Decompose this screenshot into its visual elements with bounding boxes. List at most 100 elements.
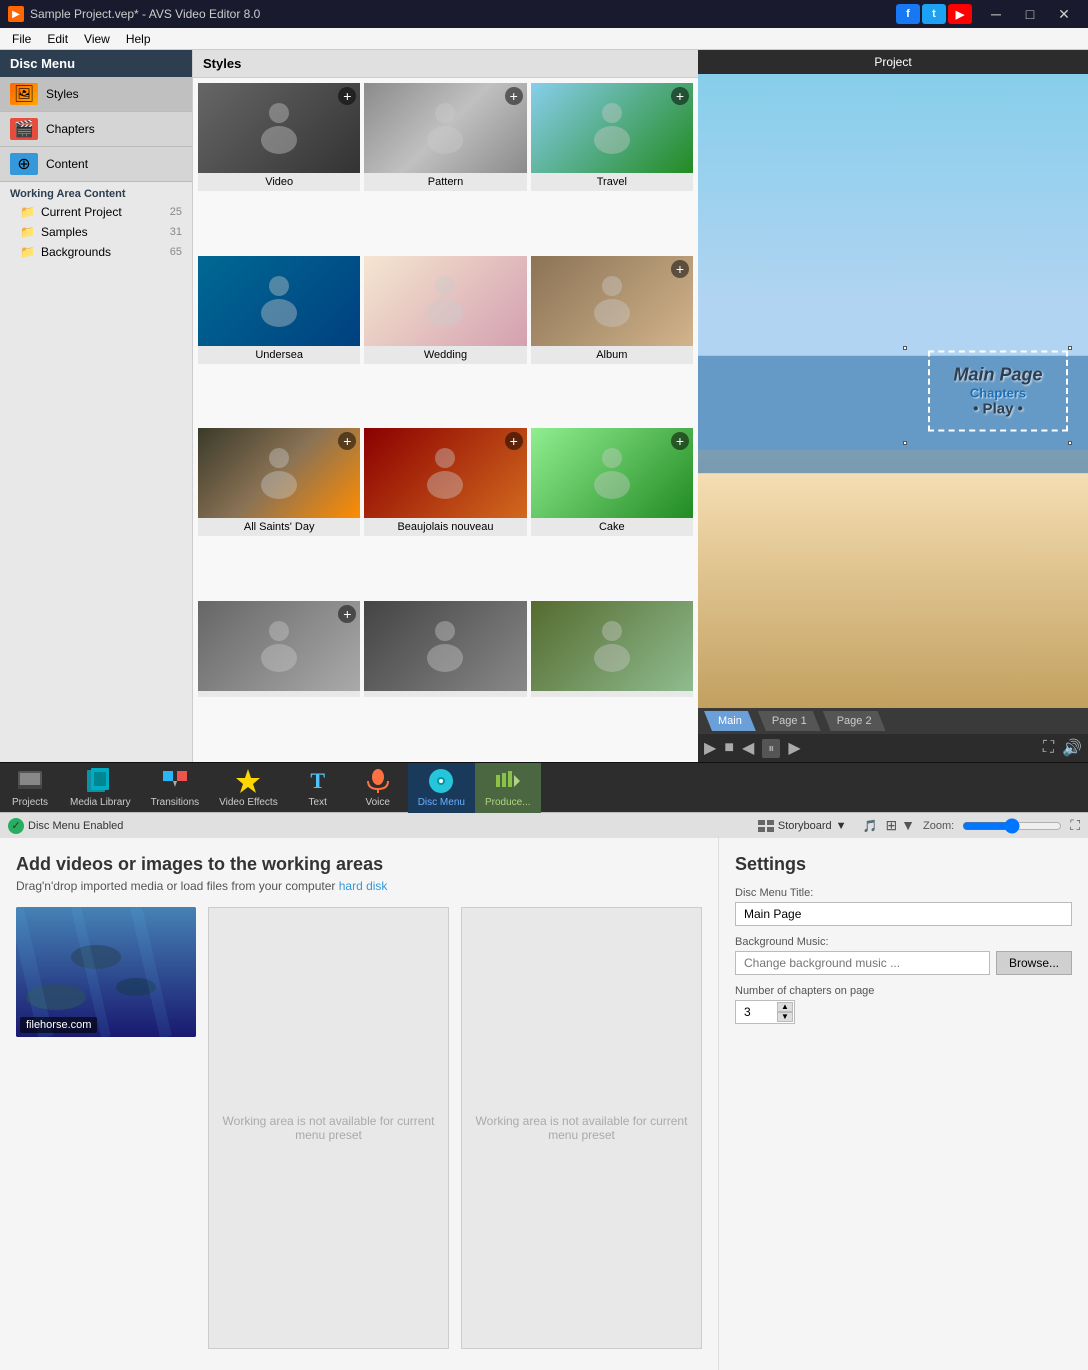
sidebar-item-samples[interactable]: 📁 Samples 31 [0, 222, 192, 242]
voice-label: Voice [365, 797, 389, 808]
placeholder-text-1: Working area is not available for curren… [219, 1114, 438, 1142]
spin-down-button[interactable]: ▼ [777, 1012, 793, 1022]
menu-file[interactable]: File [4, 30, 39, 48]
styles-grid: + Video + Pattern + [193, 78, 698, 762]
projects-icon [16, 767, 44, 795]
fullscreen-button[interactable]: ⛶ [1043, 739, 1054, 757]
style-item-pattern[interactable]: + Pattern [363, 82, 527, 253]
title-bar-left: ▶ Sample Project.vep* - AVS Video Editor… [8, 6, 260, 22]
toolbar-btn-produce[interactable]: Produce... [475, 763, 541, 813]
sidebar-item-backgrounds[interactable]: 📁 Backgrounds 65 [0, 242, 192, 262]
chapters-label: Number of chapters on page [735, 985, 1072, 997]
style-item-more2[interactable] [363, 600, 527, 759]
storyboard-label: Storyboard [778, 820, 832, 832]
style-label-video: Video [198, 173, 360, 191]
toolbar-btn-projects[interactable]: Projects [0, 763, 60, 813]
tab-page1[interactable]: Page 1 [758, 711, 821, 731]
pause-button[interactable]: ⏸ [762, 739, 780, 758]
zoom-slider[interactable] [962, 818, 1062, 834]
style-thumb-wedding [364, 256, 526, 346]
background-music-input[interactable] [735, 951, 990, 975]
maximize-button[interactable]: □ [1014, 0, 1046, 28]
style-thumb-pattern: + [364, 83, 526, 173]
next-button[interactable]: ▶ [788, 738, 800, 758]
page-tabs: Main Page 1 Page 2 [698, 708, 1088, 734]
current-project-label: Current Project [41, 205, 122, 219]
facebook-icon[interactable]: f [896, 4, 920, 24]
sidebar-btn-content[interactable]: ⊕ Content [0, 147, 192, 182]
app-icon: ▶ [8, 6, 24, 22]
toolbar-btn-media-library[interactable]: Media Library [60, 763, 141, 813]
toolbar: Projects Media Library Transitions Video… [0, 762, 1088, 812]
transitions-label: Transitions [151, 797, 200, 808]
style-item-video[interactable]: + Video [197, 82, 361, 253]
style-item-undersea[interactable]: Undersea [197, 255, 361, 426]
close-button[interactable]: ✕ [1048, 0, 1080, 28]
music-icon[interactable]: 🎵 [863, 819, 878, 833]
plus-icon-7: + [671, 432, 689, 450]
style-item-saints[interactable]: + All Saints' Day [197, 427, 361, 598]
youtube-icon[interactable]: ▶ [948, 4, 972, 24]
style-label-album: Album [531, 346, 693, 364]
samples-count: 31 [170, 226, 182, 238]
tab-main[interactable]: Main [704, 711, 756, 731]
disc-menu-enabled-status: ✓ Disc Menu Enabled [8, 818, 123, 834]
disc-menu-title-input[interactable] [735, 902, 1072, 926]
style-label-more2 [364, 691, 526, 697]
spin-buttons: ▲ ▼ [777, 1000, 793, 1024]
twitter-icon[interactable]: t [922, 4, 946, 24]
style-item-beaujolais[interactable]: + Beaujolais nouveau [363, 427, 527, 598]
filehorse-watermark: filehorse.com [20, 1017, 97, 1033]
menu-help[interactable]: Help [118, 30, 159, 48]
sidebar-btn-styles[interactable]: 🖼 Styles [0, 77, 192, 112]
handle-br [1068, 441, 1072, 445]
play-button[interactable]: ▶ [704, 738, 716, 758]
style-item-travel[interactable]: + Travel [530, 82, 694, 253]
style-label-saints: All Saints' Day [198, 518, 360, 536]
backgrounds-count: 65 [170, 246, 182, 258]
style-label-undersea: Undersea [198, 346, 360, 364]
prev-button[interactable]: ◀ [742, 738, 754, 758]
media-library-icon [86, 767, 114, 795]
menu-edit[interactable]: Edit [39, 30, 76, 48]
style-thumb-undersea [198, 256, 360, 346]
browse-button[interactable]: Browse... [996, 951, 1072, 975]
sidebar-item-current-project[interactable]: 📁 Current Project 25 [0, 202, 192, 222]
style-item-wedding[interactable]: Wedding [363, 255, 527, 426]
style-item-album[interactable]: + Album [530, 255, 694, 426]
storyboard-button[interactable]: Storyboard ▼ [750, 818, 855, 834]
folder-icon: 📁 [20, 205, 35, 219]
style-item-more1[interactable]: + [197, 600, 361, 759]
toolbar-btn-transitions[interactable]: Transitions [141, 763, 210, 813]
content-icon: ⊕ [10, 153, 38, 175]
preview-panel: Project [698, 50, 1088, 762]
working-placeholder-2: Working area is not available for curren… [461, 907, 702, 1349]
style-thumb-saints: + [198, 428, 360, 518]
styles-panel: Styles + Video + Pattern [193, 50, 698, 762]
volume-button[interactable]: 🔊 [1062, 738, 1082, 758]
social-icons: f t ▶ [896, 4, 972, 24]
stop-button[interactable]: ■ [724, 739, 734, 757]
media-library-label: Media Library [70, 797, 131, 808]
style-thumb-more3 [531, 601, 693, 691]
preview-main-page-text: Main Page [946, 365, 1050, 386]
toolbar-btn-disc-menu[interactable]: Disc Menu [408, 763, 475, 813]
folder-icon-3: 📁 [20, 245, 35, 259]
minimize-button[interactable]: ─ [980, 0, 1012, 28]
style-item-more3[interactable] [530, 600, 694, 759]
hard-disk-link[interactable]: hard disk [339, 879, 388, 893]
toolbar-btn-video-effects[interactable]: Video Effects [209, 763, 288, 813]
plus-icon-2: + [505, 87, 523, 105]
toolbar-btn-voice[interactable]: Voice [348, 763, 408, 813]
chapters-spinner: ▲ ▼ [735, 1000, 795, 1024]
expand-button[interactable]: ⛶ [1070, 817, 1080, 834]
menu-view[interactable]: View [76, 30, 118, 48]
sidebar-btn-chapters[interactable]: 🎬 Chapters [0, 112, 192, 147]
samples-label: Samples [41, 225, 88, 239]
tab-page2[interactable]: Page 2 [823, 711, 886, 731]
spin-up-button[interactable]: ▲ [777, 1002, 793, 1012]
style-item-cake[interactable]: + Cake [530, 427, 694, 598]
layout-icon[interactable]: ⊞ ▼ [886, 817, 915, 834]
toolbar-btn-text[interactable]: T Text [288, 763, 348, 813]
window-title: Sample Project.vep* - AVS Video Editor 8… [30, 7, 260, 21]
